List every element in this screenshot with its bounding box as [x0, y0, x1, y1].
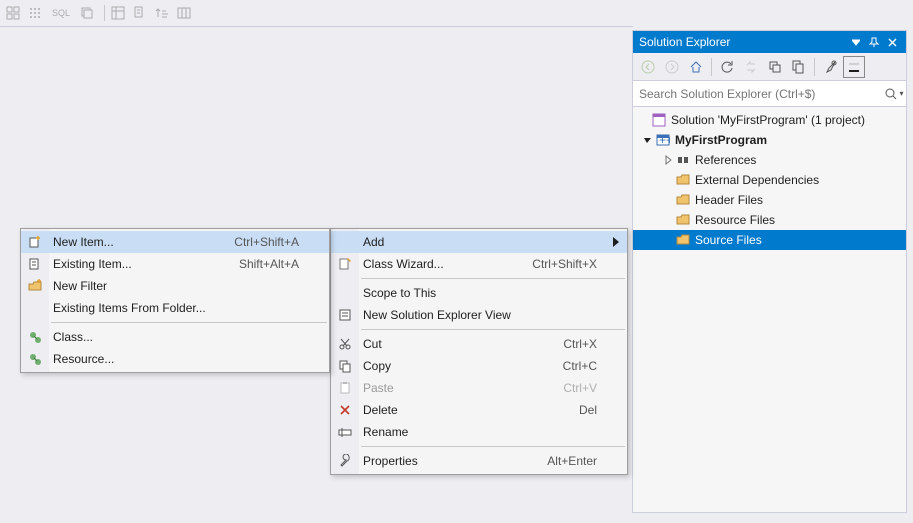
menu-add-resource[interactable]: Resource...: [21, 348, 329, 370]
panel-title-text: Solution Explorer: [639, 35, 730, 49]
expander-closed-icon[interactable]: [661, 153, 675, 167]
tree-node-label: Source Files: [695, 233, 766, 247]
menu-add[interactable]: Add: [331, 231, 627, 253]
panel-titlebar: Solution Explorer: [633, 31, 906, 53]
tree-view[interactable]: Solution 'MyFirstProgram' (1 project) ++…: [633, 107, 906, 512]
svg-text:++: ++: [659, 133, 670, 147]
references-icon: [675, 152, 691, 168]
rename-icon: [336, 423, 354, 441]
preview-button[interactable]: [843, 56, 865, 78]
folder-icon: [675, 192, 691, 208]
menu-paste: Paste Ctrl+V: [331, 377, 627, 399]
folder-icon: [675, 212, 691, 228]
new-view-icon: [336, 306, 354, 324]
menu-new-filter[interactable]: New Filter: [21, 275, 329, 297]
project-node[interactable]: ++ MyFirstProgram: [633, 130, 906, 150]
resource-files-node[interactable]: Resource Files: [633, 210, 906, 230]
delete-icon: [336, 401, 354, 419]
menu-new-view[interactable]: New Solution Explorer View: [331, 304, 627, 326]
tree-node-label: Solution 'MyFirstProgram' (1 project): [671, 113, 869, 127]
wrench-icon: [336, 452, 354, 470]
menu-separator: [361, 329, 625, 330]
menu-new-item[interactable]: New Item... Ctrl+Shift+A: [21, 231, 329, 253]
home-button[interactable]: [685, 56, 707, 78]
menu-copy[interactable]: Copy Ctrl+C: [331, 355, 627, 377]
grid-icon[interactable]: [4, 4, 22, 22]
document-toolbar: SQL: [0, 0, 913, 26]
solution-node[interactable]: Solution 'MyFirstProgram' (1 project): [633, 110, 906, 130]
wizard-icon: [336, 255, 354, 273]
context-menu: Add Class Wizard... Ctrl+Shift+X Scope t…: [330, 228, 628, 475]
search-input[interactable]: [633, 87, 882, 101]
copy-icon: [336, 357, 354, 375]
menu-existing-item[interactable]: Existing Item... Shift+Alt+A: [21, 253, 329, 275]
dots-grid-icon[interactable]: [26, 4, 44, 22]
nav-forward-button[interactable]: [661, 56, 683, 78]
show-all-files-button[interactable]: [788, 56, 810, 78]
tree-node-label: Header Files: [695, 193, 767, 207]
layers-icon[interactable]: [78, 4, 96, 22]
toolbar-separator: [711, 58, 712, 76]
source-files-node[interactable]: Source Files: [633, 230, 906, 250]
header-files-node[interactable]: Header Files: [633, 190, 906, 210]
menu-scope[interactable]: Scope to This: [331, 282, 627, 304]
folder-icon: [675, 172, 691, 188]
sort-asc-icon[interactable]: [153, 4, 171, 22]
menu-separator: [361, 278, 625, 279]
menu-properties[interactable]: Properties Alt+Enter: [331, 450, 627, 472]
columns-icon[interactable]: [175, 4, 193, 22]
menu-add-class[interactable]: Class...: [21, 326, 329, 348]
expander-icon[interactable]: [637, 113, 651, 127]
search-button[interactable]: ▾: [882, 82, 906, 106]
menu-rename[interactable]: Rename: [331, 421, 627, 443]
sql-icon[interactable]: SQL: [48, 4, 74, 22]
panel-menu-button[interactable]: [848, 34, 864, 50]
sync-button[interactable]: [740, 56, 762, 78]
tree-node-label: References: [695, 153, 760, 167]
tree-node-label: Resource Files: [695, 213, 779, 227]
panel-toolbar: [633, 53, 906, 81]
folder-icon: [675, 232, 691, 248]
panel-pin-button[interactable]: [866, 34, 882, 50]
solution-explorer-panel: Solution Explorer ▾ Solution 'MyFirstPro…: [632, 30, 907, 513]
class-icon: [26, 328, 44, 346]
project-icon: ++: [655, 132, 671, 148]
search-row: ▾: [633, 81, 906, 107]
menu-existing-folder[interactable]: Existing Items From Folder...: [21, 297, 329, 319]
scissors-icon: [336, 335, 354, 353]
menu-cut[interactable]: Cut Ctrl+X: [331, 333, 627, 355]
table-icon[interactable]: [109, 4, 127, 22]
menu-delete[interactable]: Delete Del: [331, 399, 627, 421]
solution-icon: [651, 112, 667, 128]
submenu-arrow-icon: [613, 237, 619, 247]
new-filter-icon: [26, 277, 44, 295]
tree-node-label: MyFirstProgram: [675, 133, 771, 147]
references-node[interactable]: References: [633, 150, 906, 170]
menu-separator: [51, 322, 327, 323]
new-item-icon: [26, 233, 44, 251]
nav-back-button[interactable]: [637, 56, 659, 78]
toolbar-separator: [104, 5, 105, 21]
tree-node-label: External Dependencies: [695, 173, 823, 187]
external-deps-node[interactable]: External Dependencies: [633, 170, 906, 190]
panel-close-button[interactable]: [884, 34, 900, 50]
expander-open-icon[interactable]: [641, 133, 655, 147]
properties-button[interactable]: [819, 56, 841, 78]
toolbar-separator: [814, 58, 815, 76]
add-submenu: New Item... Ctrl+Shift+A Existing Item..…: [20, 228, 330, 373]
menu-class-wizard[interactable]: Class Wizard... Ctrl+Shift+X: [331, 253, 627, 275]
paste-icon: [336, 379, 354, 397]
resource-icon: [26, 350, 44, 368]
menu-separator: [361, 446, 625, 447]
query-icon[interactable]: [131, 4, 149, 22]
existing-item-icon: [26, 255, 44, 273]
refresh-button[interactable]: [716, 56, 738, 78]
collapse-all-button[interactable]: [764, 56, 786, 78]
